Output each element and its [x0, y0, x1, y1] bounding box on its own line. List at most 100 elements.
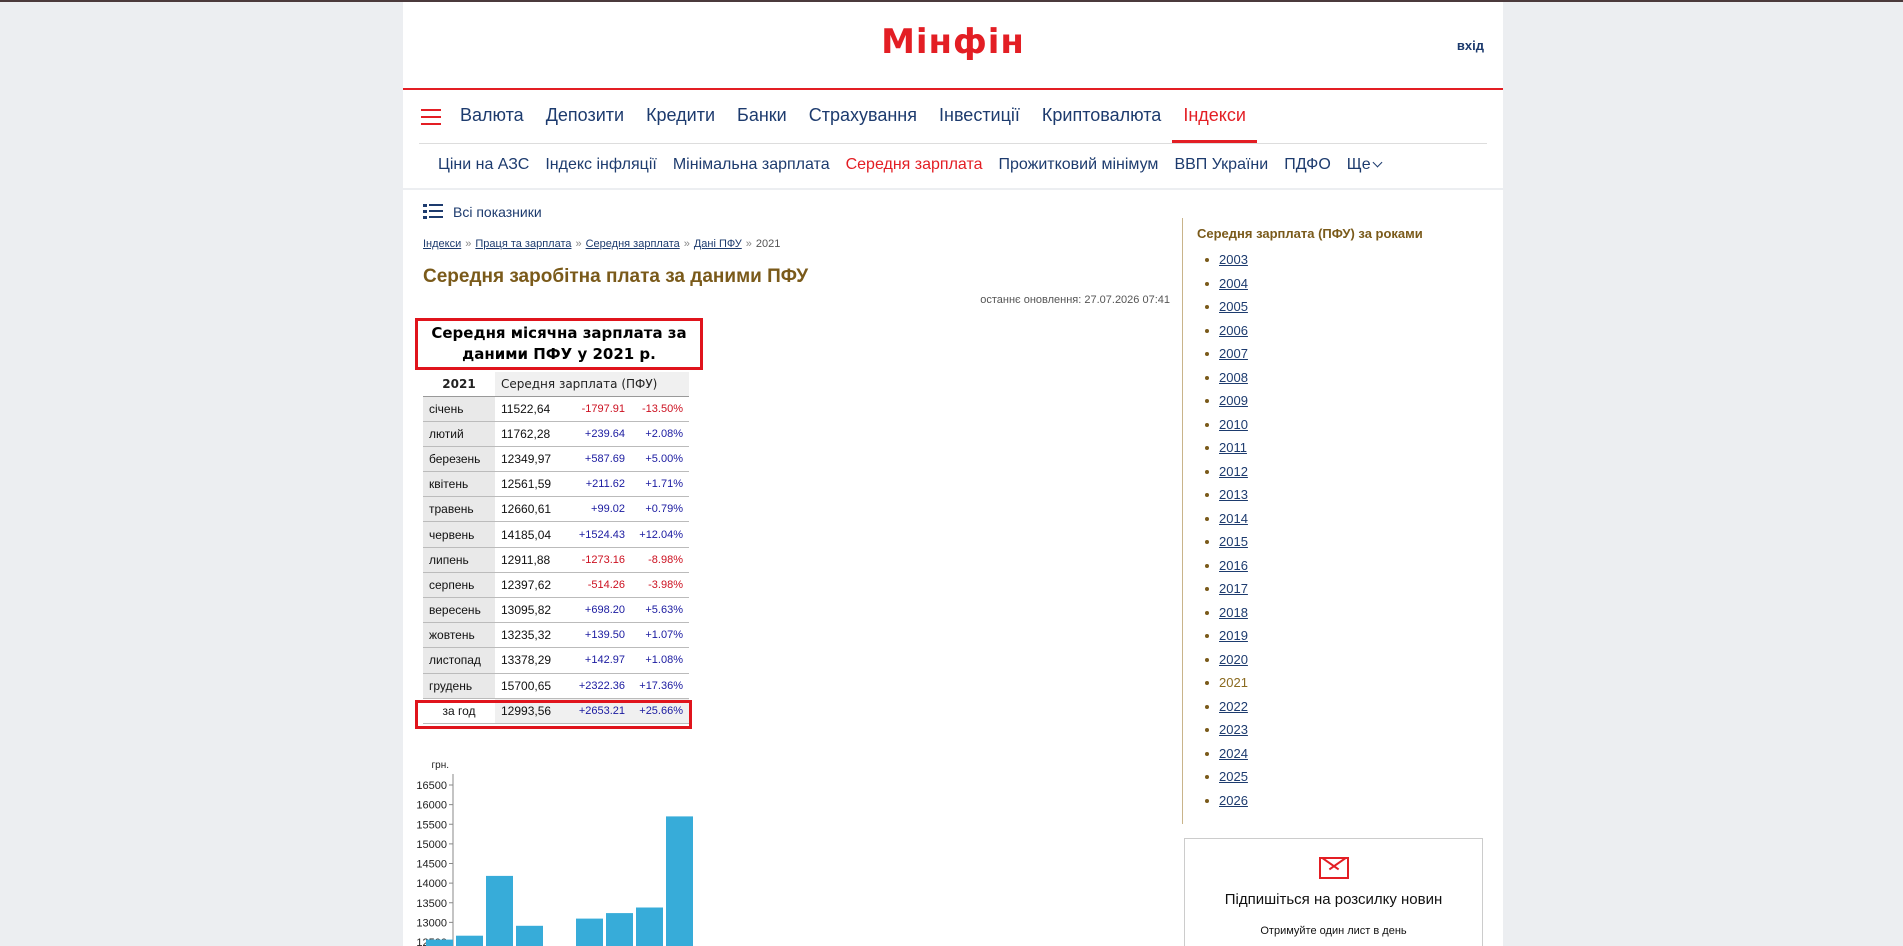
- value-cell: 12911,88: [495, 547, 563, 573]
- main-nav-item[interactable]: Страхування: [798, 92, 928, 143]
- login-link[interactable]: вхід: [1457, 38, 1484, 53]
- value-cell: 14185,04: [495, 521, 563, 548]
- table-row: квітень 12561,59 +211.62 +1.71%: [423, 471, 689, 498]
- sub-nav-item-label: Ціни на АЗС: [438, 156, 530, 173]
- main-nav: Валюта Депозити Кредити Банки Страхування Інв…: [419, 92, 1487, 144]
- year-link[interactable]: 2015: [1219, 534, 1248, 549]
- year-link[interactable]: 2019: [1219, 628, 1248, 643]
- main-nav-item[interactable]: Криптовалюта: [1031, 92, 1172, 143]
- table-row: вересень 13095,82 +698.20 +5.63%: [423, 597, 689, 624]
- year-link[interactable]: 2009: [1219, 393, 1248, 408]
- percent-cell: +5.00%: [631, 446, 689, 473]
- main-nav-item[interactable]: Інвестиції: [928, 92, 1031, 143]
- value-cell: 15700,65: [495, 673, 563, 699]
- year-link[interactable]: 2020: [1219, 652, 1248, 667]
- table-row: січень 11522,64 -1797.91 -13.50%: [423, 396, 689, 422]
- year-link[interactable]: 2022: [1219, 699, 1248, 714]
- sub-nav-item[interactable]: ВВП України: [1166, 145, 1276, 185]
- delta-cell: +99.02: [563, 496, 631, 523]
- y-axis-label: грн.: [431, 760, 449, 771]
- delta-cell: +587.69: [563, 446, 631, 473]
- year-link[interactable]: 2003: [1219, 252, 1248, 267]
- list-icon: [423, 203, 443, 221]
- year-link[interactable]: 2026: [1219, 793, 1248, 808]
- page-title: Середня заробітна плата за даними ПФУ: [423, 266, 809, 287]
- site-logo[interactable]: Мінфін: [403, 22, 1503, 62]
- breadcrumb-link[interactable]: Індекси: [423, 238, 461, 250]
- month-cell: квітень: [423, 471, 495, 498]
- year-list-item: 2016: [1205, 558, 1248, 582]
- years-list: 2003 2004 2005 2006 2007 2008 2009 2010 2011 2012…: [1205, 252, 1248, 816]
- sub-nav-item[interactable]: Ціни на АЗС: [430, 145, 537, 185]
- percent-cell: +1.07%: [631, 622, 689, 649]
- main-nav-items: Валюта Депозити Кредити Банки Страхування Інв…: [449, 92, 1257, 143]
- main-nav-item[interactable]: Депозити: [535, 92, 635, 143]
- year-link[interactable]: 2005: [1219, 299, 1248, 314]
- delta-cell: -514.26: [563, 572, 631, 599]
- sub-nav-item[interactable]: Ще: [1339, 145, 1389, 185]
- main-nav-item[interactable]: Банки: [726, 92, 798, 143]
- month-cell: червень: [423, 521, 495, 548]
- year-link[interactable]: 2010: [1219, 417, 1248, 432]
- delta-cell: +239.64: [563, 421, 631, 447]
- year-list-item: 2022: [1205, 699, 1248, 723]
- main-nav-item[interactable]: Індекси: [1172, 92, 1257, 143]
- year-link[interactable]: 2013: [1219, 487, 1248, 502]
- sub-nav-item[interactable]: Середня зарплата: [838, 145, 991, 185]
- year-link[interactable]: 2018: [1219, 605, 1248, 620]
- main-nav-item[interactable]: Валюта: [449, 92, 535, 143]
- subscribe-box: Підпишіться на розсилку новин Отримуйте …: [1184, 838, 1483, 946]
- site-header: Мінфін вхід: [403, 2, 1503, 90]
- percent-cell: +12.04%: [631, 521, 689, 548]
- year-link[interactable]: 2024: [1219, 746, 1248, 761]
- breadcrumb-link[interactable]: Дані ПФУ: [694, 238, 742, 250]
- month-cell: листопад: [423, 647, 495, 674]
- year-link[interactable]: 2016: [1219, 558, 1248, 573]
- bar-червень: [486, 875, 513, 946]
- breadcrumb-link[interactable]: Праця та зарплата: [475, 238, 571, 250]
- delta-cell: +142.97: [563, 647, 631, 674]
- year-link[interactable]: 2007: [1219, 346, 1248, 361]
- table-row: грудень 15700,65 +2322.36 +17.36%: [423, 673, 689, 699]
- month-cell: серпень: [423, 572, 495, 599]
- bar-липень: [516, 925, 543, 946]
- sub-nav-item[interactable]: ПДФО: [1276, 145, 1339, 185]
- year-link[interactable]: 2025: [1219, 769, 1248, 784]
- table-row: липень 12911,88 -1273.16 -8.98%: [423, 547, 689, 573]
- breadcrumb-link[interactable]: Середня зарплата: [586, 238, 680, 250]
- y-tick-label: 13500: [416, 898, 447, 910]
- value-cell: 12349,97: [495, 446, 563, 473]
- year-link[interactable]: 2004: [1219, 276, 1248, 291]
- all-indicators-link[interactable]: Всі показники: [423, 203, 542, 221]
- table-title-line2: даними ПФУ у 2021 р.: [462, 345, 656, 363]
- year-link[interactable]: 2011: [1219, 440, 1247, 455]
- year-list-item: 2014: [1205, 511, 1248, 535]
- column-header: Середня зарплата (ПФУ): [495, 372, 689, 397]
- hamburger-menu-icon[interactable]: [421, 109, 441, 125]
- sub-nav-item[interactable]: Індекс інфляції: [537, 145, 665, 185]
- table-title-line1: Середня місячна зарплата за: [431, 324, 687, 342]
- year-link[interactable]: 2014: [1219, 511, 1248, 526]
- month-cell: лютий: [423, 421, 495, 447]
- breadcrumb-separator: »: [745, 238, 752, 250]
- sub-nav-item[interactable]: Мінімальна зарплата: [665, 145, 838, 185]
- sub-nav-items: Ціни на АЗС Індекс інфляції Мінімальна зар…: [430, 145, 1389, 185]
- main-nav-item[interactable]: Кредити: [635, 92, 726, 143]
- bar-листопад: [636, 907, 663, 946]
- percent-cell: +1.71%: [631, 471, 689, 498]
- sub-nav-item[interactable]: Прожитковий мінімум: [991, 145, 1167, 185]
- year-link[interactable]: 2017: [1219, 581, 1248, 596]
- sub-nav-item-label: ВВП України: [1174, 156, 1269, 173]
- year-link[interactable]: 2006: [1219, 323, 1248, 338]
- y-tick-label: 15500: [416, 819, 447, 831]
- year-list-item: 2017: [1205, 581, 1248, 605]
- year-list-item: 2020: [1205, 652, 1248, 676]
- year-link[interactable]: 2023: [1219, 722, 1248, 737]
- month-cell: грудень: [423, 673, 495, 699]
- delta-cell: +2322.36: [563, 673, 631, 699]
- y-tick-label: 14000: [416, 878, 447, 890]
- year-link[interactable]: 2012: [1219, 464, 1248, 479]
- year-link[interactable]: 2008: [1219, 370, 1248, 385]
- bar-жовтень: [606, 913, 633, 946]
- year-list-item: 2018: [1205, 605, 1248, 629]
